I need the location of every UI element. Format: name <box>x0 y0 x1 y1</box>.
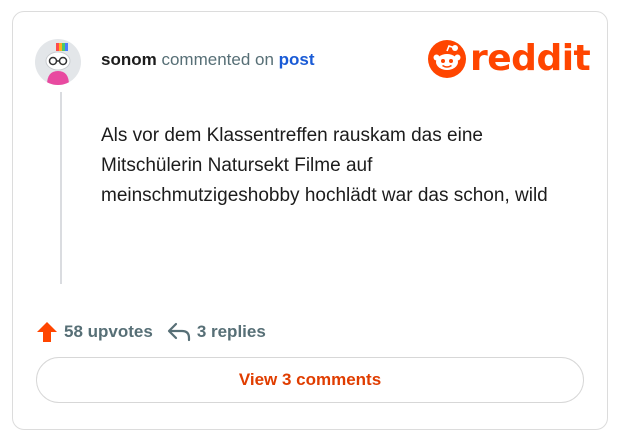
reddit-logo: reddit <box>428 38 591 80</box>
upvote-arrow-icon[interactable] <box>36 321 58 343</box>
view-comments-button[interactable]: View 3 comments <box>36 357 584 403</box>
reply-arrow-icon[interactable] <box>167 322 191 342</box>
upvote-count: 58 upvotes <box>64 322 153 341</box>
commented-on-text: commented on <box>161 50 274 69</box>
comment-header: sonom commented on post <box>101 50 315 70</box>
reddit-snoo-icon <box>428 40 466 78</box>
comment-stats: 58 upvotes 3 replies <box>36 320 266 344</box>
reply-count[interactable]: 3 replies <box>197 322 266 342</box>
username-link[interactable]: sonom <box>101 50 157 69</box>
snoo-avatar-icon <box>45 43 71 85</box>
user-avatar[interactable] <box>35 39 81 85</box>
reddit-wordmark: reddit <box>470 38 591 79</box>
comment-body: Als vor dem Klassentreffen rauskam das e… <box>101 125 548 206</box>
thread-line <box>60 92 62 284</box>
post-link[interactable]: post <box>279 50 315 69</box>
